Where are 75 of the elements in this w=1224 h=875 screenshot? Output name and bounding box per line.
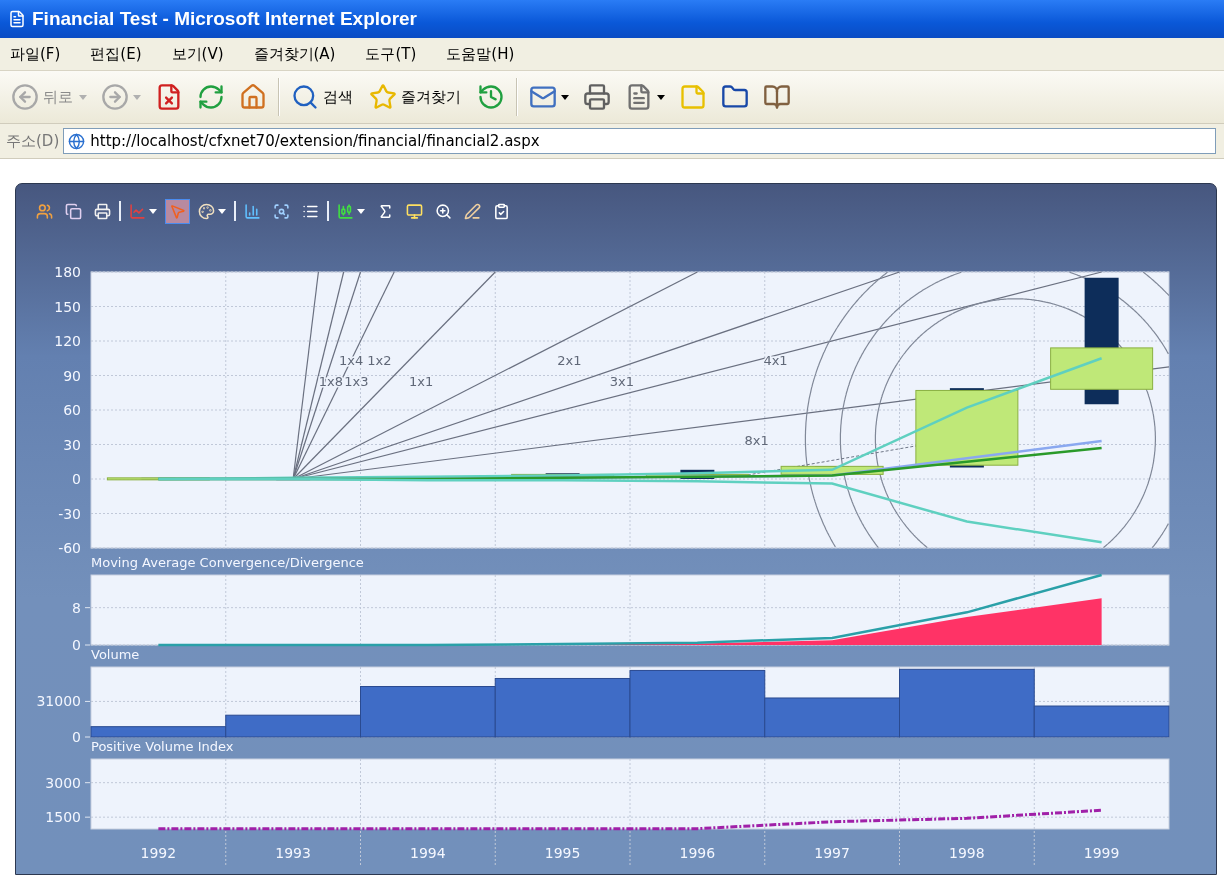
caret-icon [149, 208, 157, 214]
y-tick-label: -60 [58, 540, 81, 556]
y-tick-label: 8 [72, 599, 81, 616]
bar-chart-icon [244, 202, 261, 220]
fan-label: 1x2 [367, 353, 392, 369]
menu-item[interactable]: 파일(F) [10, 44, 61, 64]
pane-title: Positive Volume Index [90, 738, 235, 756]
window-title: Financial Test - Microsoft Internet Explorer [32, 8, 417, 30]
address-field[interactable]: http://localhost/cfxnet70/extension/financial/financial2.aspx [63, 128, 1216, 154]
menu-item[interactable]: 편집(E) [90, 44, 142, 64]
address-label: 주소(D) [6, 131, 60, 151]
star-icon [369, 83, 397, 111]
caret-icon [561, 94, 569, 100]
search-icon [291, 83, 319, 111]
page-icon [8, 10, 26, 28]
y-tick-label: 3000 [45, 774, 81, 791]
refresh-icon [197, 83, 225, 111]
home-icon [239, 83, 267, 111]
menu-item[interactable]: 도구(T) [365, 44, 417, 64]
caret-icon [218, 208, 226, 214]
y-tick-label: 0 [72, 729, 81, 745]
zoom-in-icon [435, 202, 452, 220]
x-axis-label: 1998 [949, 845, 985, 861]
people-icon [36, 202, 53, 220]
menu-item[interactable]: 도움말(H) [446, 44, 515, 64]
note-icon [679, 83, 707, 111]
fan-label: 1x3 [344, 373, 369, 389]
y-tick-label: 0 [72, 637, 81, 653]
y-tick-label: 120 [54, 333, 81, 349]
pointer-icon [169, 202, 186, 220]
candlestick-chart-icon [337, 202, 354, 220]
printer-icon [583, 83, 611, 111]
y-tick-label: 90 [63, 367, 81, 384]
monitor-icon [406, 202, 423, 220]
pen-icon [464, 202, 481, 220]
toolbar-button[interactable]: 검색 [288, 81, 358, 113]
caret-icon [657, 94, 665, 100]
y-tick-label: 150 [54, 298, 81, 315]
y-tick-label: -30 [58, 505, 81, 522]
folder-icon [721, 83, 749, 111]
fan-label: 1x1 [409, 373, 434, 389]
y-tick-label: 60 [63, 402, 81, 418]
fan-label: 2x1 [557, 353, 582, 369]
caret-icon [79, 94, 87, 100]
y-tick-label: 0 [72, 471, 81, 487]
caret-icon [133, 94, 141, 100]
x-axis-label: 1994 [410, 845, 446, 861]
window-search-icon [273, 202, 290, 220]
copy-icon [65, 202, 82, 220]
x-axis-label: 1993 [275, 845, 311, 861]
x-axis-label: 1999 [1083, 845, 1120, 861]
y-tick-label: 30 [63, 436, 81, 453]
x-axis-label: 1995 [544, 845, 581, 861]
y-tick-label: 1500 [45, 809, 81, 826]
menu-item[interactable]: 즐겨찾기(A) [253, 44, 336, 64]
printer-icon [94, 202, 111, 220]
y-tick-label: 31000 [36, 693, 81, 710]
x-axis-label: 1992 [140, 845, 177, 861]
globe-icon [68, 132, 86, 150]
checklist-icon [493, 202, 510, 220]
menu-item[interactable]: 보기(V) [171, 44, 224, 64]
book-icon [763, 83, 791, 111]
caret-icon [357, 208, 365, 214]
pane-title: Volume [90, 646, 141, 664]
fan-label: 3x1 [609, 373, 635, 389]
fan-label: 8x1 [744, 432, 769, 448]
x-axis-label: 1996 [679, 845, 716, 861]
fan-label: 4x1 [763, 353, 788, 369]
toolbar-button[interactable]: 즐겨찾기 [366, 81, 466, 113]
line-chart-icon [129, 202, 146, 220]
history-icon [477, 83, 505, 111]
x-axis-label: 1997 [814, 845, 850, 861]
pane-title: Moving Average Convergence/Divergence [90, 554, 365, 572]
palette-icon [198, 202, 215, 220]
y-tick-label: 180 [54, 264, 81, 280]
